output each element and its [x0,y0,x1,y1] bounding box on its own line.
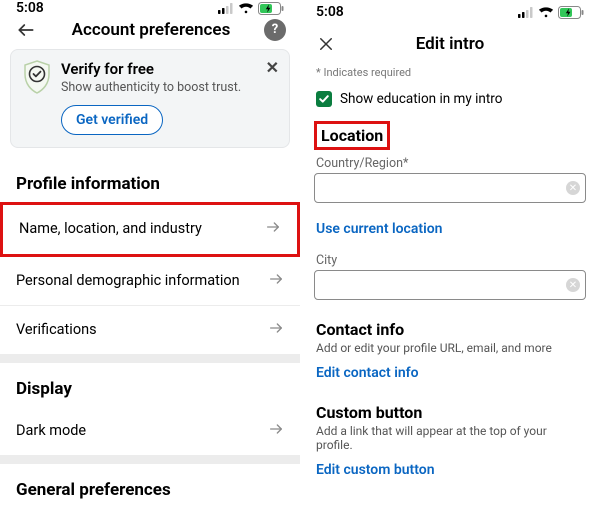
contact-info-desc: Add or edit your profile URL, email, and… [316,341,584,355]
header: Edit intro [300,24,600,64]
edit-custom-button-link[interactable]: Edit custom button [300,454,600,494]
status-bar: 5:08 [0,0,300,16]
custom-button-heading: Custom button [316,403,584,422]
status-right [518,6,584,19]
chevron-right-icon [268,320,284,340]
screen-edit-intro: 5:08 Edit intro * Indicates required [300,0,600,508]
chevron-right-icon [268,421,284,441]
get-verified-button[interactable]: Get verified [61,105,163,135]
signal-icon [218,3,234,14]
shield-check-icon [23,60,51,94]
help-icon[interactable]: ? [264,19,286,41]
row-label: Personal demographic information [16,272,240,289]
section-gap [0,456,300,464]
chevron-right-icon [265,219,281,239]
country-region-label: Country/Region* [300,156,600,173]
custom-button-section: Custom button Add a link that will appea… [300,403,600,454]
row-verifications[interactable]: Verifications [0,306,300,355]
country-region-input[interactable] [314,173,586,203]
checkbox-checked-icon [316,91,332,107]
section-display: Display [0,363,300,407]
header: Account preferences ? [0,16,300,43]
header-title: Account preferences [48,20,254,40]
contact-info-section: Contact info Add or edit your profile UR… [300,320,600,357]
contact-info-heading: Contact info [316,320,584,339]
close-icon[interactable]: ✕ [266,58,279,77]
wifi-icon [238,2,254,14]
city-label: City [300,253,600,270]
row-label: Name, location, and industry [19,220,202,237]
section-profile-information: Profile information [0,158,300,202]
row-label: Dark mode [16,422,86,439]
header-title: Edit intro [348,34,552,54]
section-general-preferences: General preferences [0,464,300,508]
custom-button-desc: Add a link that will appear at the top o… [316,424,584,452]
screen-account-preferences: 5:08 Account preferences ? ✕ [0,0,300,508]
location-heading: Location [314,121,390,150]
verify-subtitle: Show authenticity to boost trust. [61,80,241,95]
battery-icon [258,2,284,15]
close-icon[interactable] [314,32,338,56]
required-note: * Indicates required [300,64,600,87]
chevron-right-icon [268,271,284,291]
section-gap [0,355,300,363]
highlight-name-location: Name, location, and industry [0,202,300,257]
use-current-location-link[interactable]: Use current location [300,213,600,253]
clear-icon[interactable]: ✕ [566,278,580,292]
verify-title: Verify for free [61,60,241,78]
status-time: 5:08 [316,4,344,20]
row-label: Verifications [16,321,97,338]
wifi-icon [538,6,554,18]
back-arrow-icon[interactable] [14,18,38,42]
verify-card: ✕ Verify for free Show authenticity to b… [10,49,290,148]
signal-icon [518,7,534,18]
status-bar: 5:08 [300,0,600,24]
status-right [218,2,284,15]
edit-contact-info-link[interactable]: Edit contact info [300,357,600,397]
clear-icon[interactable]: ✕ [566,181,580,195]
show-education-toggle[interactable]: Show education in my intro [300,87,600,121]
row-dark-mode[interactable]: Dark mode [0,407,300,456]
show-education-label: Show education in my intro [340,91,502,107]
status-time: 5:08 [16,0,44,16]
row-name-location-industry[interactable]: Name, location, and industry [3,205,297,253]
city-input[interactable] [314,270,586,300]
battery-icon [558,6,584,19]
row-personal-demographic[interactable]: Personal demographic information [0,257,300,306]
